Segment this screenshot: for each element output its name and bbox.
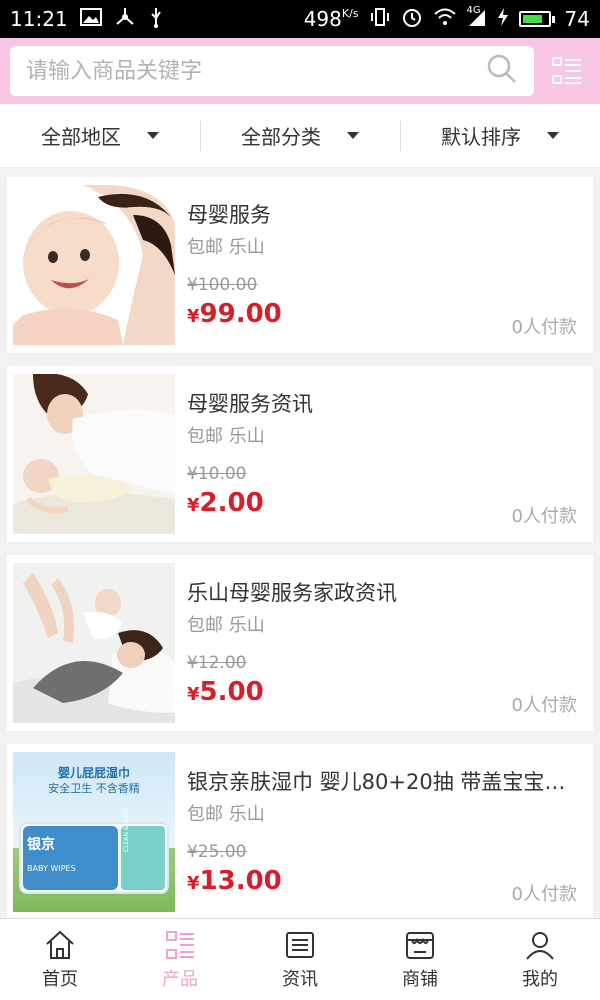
filter-region[interactable]: 全部地区	[0, 121, 200, 151]
tab-store[interactable]: 商铺	[360, 919, 480, 1000]
battery-level: 74	[564, 7, 590, 31]
product-card[interactable]: 母婴服务资讯 包邮 乐山 ¥10.00 ¥2.00 0人付款	[7, 366, 593, 542]
wipes-side: CLEAN & SOFT	[123, 808, 130, 852]
bottom-tab-bar: 首页 产品 资讯 商铺 我的	[0, 918, 600, 1000]
tab-profile[interactable]: 我的	[480, 919, 600, 1000]
product-paid-count: 0人付款	[511, 317, 577, 338]
caret-down-icon	[147, 132, 159, 139]
category-menu-icon[interactable]	[552, 56, 582, 86]
product-tag: 包邮 乐山	[187, 615, 265, 636]
product-paid-count: 0人付款	[511, 506, 577, 527]
store-icon	[406, 931, 434, 959]
usb-icon	[148, 6, 164, 33]
product-tag: 包邮 乐山	[187, 237, 265, 258]
product-card[interactable]: 母婴服务 包邮 乐山 ¥100.00 ¥99.00 0人付款	[7, 177, 593, 353]
search-icon[interactable]	[486, 53, 518, 89]
product-image-mother-baby-play	[13, 563, 175, 723]
tab-products[interactable]: 产品	[120, 919, 240, 1000]
product-price: ¥5.00	[187, 677, 264, 707]
product-tag: 包邮 乐山	[187, 426, 265, 447]
user-icon	[526, 931, 554, 960]
charging-icon	[497, 7, 509, 32]
tab-home[interactable]: 首页	[0, 919, 120, 1000]
news-icon	[286, 931, 314, 958]
status-bar: 11:21 498K/s 4G 74	[0, 0, 600, 38]
search-box[interactable]	[10, 46, 534, 96]
product-original-price: ¥12.00	[187, 653, 247, 673]
search-input[interactable]	[26, 58, 486, 84]
wifi-icon	[433, 7, 457, 31]
product-card[interactable]: 婴儿屁屁湿巾 安全卫生 不含香精 银京 BABY WIPES CLEAN & S…	[7, 744, 593, 920]
vibrate-icon	[369, 7, 391, 32]
product-image-mother-baby-bed	[13, 374, 175, 534]
product-image-baby-wipes: 婴儿屁屁湿巾 安全卫生 不含香精 银京 BABY WIPES CLEAN & S…	[13, 752, 175, 912]
image-icon	[79, 7, 102, 31]
product-tag: 包邮 乐山	[187, 804, 265, 825]
battery-icon	[518, 11, 555, 27]
product-paid-count: 0人付款	[511, 884, 577, 905]
product-image-mother-baby	[13, 185, 175, 345]
product-paid-count: 0人付款	[511, 695, 577, 716]
signal-icon: 4G	[467, 5, 487, 30]
share-icon	[114, 7, 136, 32]
product-title[interactable]: 母婴服务	[187, 199, 583, 229]
tab-news[interactable]: 资讯	[240, 919, 360, 1000]
search-header	[0, 38, 600, 104]
product-original-price: ¥10.00	[187, 464, 247, 484]
product-price: ¥99.00	[187, 299, 282, 329]
list-icon	[166, 930, 194, 959]
home-icon	[46, 930, 74, 959]
product-original-price: ¥100.00	[187, 275, 258, 295]
product-title[interactable]: 乐山母婴服务家政资讯	[187, 577, 583, 607]
filter-sort[interactable]: 默认排序	[400, 120, 600, 151]
product-title[interactable]: 银京亲肤湿巾 婴儿80+20抽 带盖宝宝…	[187, 766, 583, 796]
wipes-brand: 银京	[27, 837, 55, 853]
product-original-price: ¥25.00	[187, 842, 247, 862]
caret-down-icon	[547, 132, 559, 139]
product-price: ¥2.00	[187, 488, 264, 518]
filter-bar: 全部地区 全部分类 默认排序	[0, 104, 600, 168]
wipes-headline: 婴儿屁屁湿巾	[57, 766, 130, 780]
status-time: 11:21	[10, 7, 68, 31]
filter-category[interactable]: 全部分类	[200, 120, 400, 151]
wipes-subheadline: 安全卫生 不含香精	[48, 782, 140, 795]
product-price: ¥13.00	[187, 866, 282, 896]
alarm-icon	[401, 6, 423, 33]
network-speed: 498K/s	[303, 7, 359, 31]
product-title[interactable]: 母婴服务资讯	[187, 388, 583, 418]
caret-down-icon	[347, 132, 359, 139]
product-card[interactable]: 乐山母婴服务家政资讯 包邮 乐山 ¥12.00 ¥5.00 0人付款	[7, 555, 593, 731]
wipes-sub: BABY WIPES	[27, 864, 76, 873]
